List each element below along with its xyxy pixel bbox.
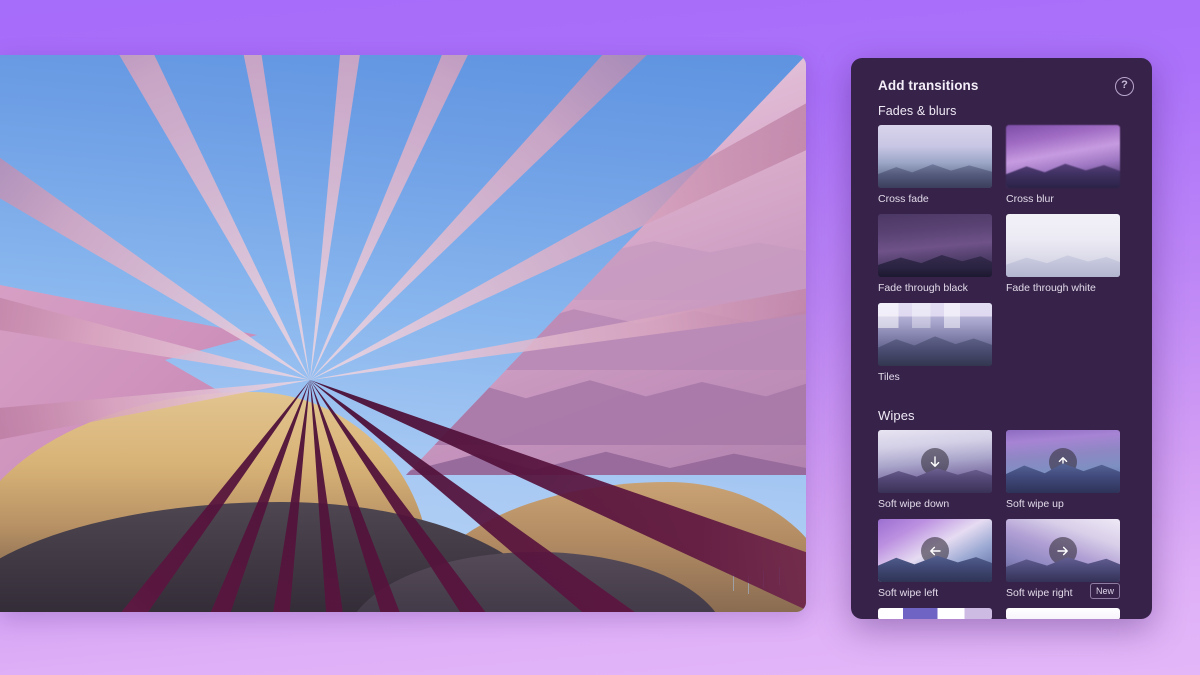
transition-label: Fade through black bbox=[878, 282, 968, 294]
transition-label: Tiles bbox=[878, 371, 900, 383]
transition-label-row: Cross fade bbox=[878, 188, 992, 206]
transition-label-row: Tiles bbox=[878, 366, 992, 384]
transition-thumbnail[interactable]: ◇ bbox=[878, 303, 992, 366]
transition-label-row: Soft wipe left bbox=[878, 582, 992, 600]
section-title-fades-blurs: Fades & blurs bbox=[878, 104, 957, 118]
transition-tile-cross-blur[interactable]: Cross blur bbox=[1006, 125, 1120, 206]
transition-thumbnail[interactable]: ◇ bbox=[878, 519, 992, 582]
transition-tile-fade-through-black[interactable]: Fade through black bbox=[878, 214, 992, 295]
transition-tile-soft-wipe-right[interactable]: Soft wipe right New bbox=[1006, 519, 1120, 600]
transition-label-row: Fade through black bbox=[878, 277, 992, 295]
transition-tile-fade-through-white[interactable]: Fade through white bbox=[1006, 214, 1120, 295]
arrow-up-icon bbox=[1049, 447, 1077, 476]
thumbnail-corner-mark: ◇ bbox=[981, 354, 988, 363]
transition-thumbnail[interactable]: ◇ bbox=[1006, 430, 1120, 493]
transition-label-row: Cross blur bbox=[1006, 188, 1120, 206]
thumbnail-corner-mark: ◇ bbox=[981, 570, 988, 579]
transition-tile-soft-wipe-down[interactable]: Soft wipe down bbox=[878, 430, 992, 511]
transition-grid-wipes: Soft wipe down ◇ Soft wipe up ◇ Soft wip… bbox=[851, 430, 1152, 619]
transition-label: Cross fade bbox=[878, 193, 929, 205]
transition-thumbnail[interactable] bbox=[878, 214, 992, 277]
transition-tile-tiles[interactable]: ◇ Tiles bbox=[878, 303, 992, 384]
transition-label-row: Soft wipe up bbox=[1006, 493, 1120, 511]
transition-tile-soft-wipe-left[interactable]: ◇ Soft wipe left bbox=[878, 519, 992, 600]
arrow-right-icon bbox=[1049, 536, 1077, 565]
panel-header: Add transitions ? bbox=[851, 58, 1152, 96]
transition-label: Soft wipe up bbox=[1006, 498, 1064, 510]
transition-thumbnail[interactable] bbox=[1006, 125, 1120, 188]
transition-label-row: Soft wipe right New bbox=[1006, 582, 1120, 600]
transition-tile-clipped[interactable] bbox=[1006, 608, 1120, 619]
transition-tile-clipped[interactable] bbox=[878, 608, 992, 619]
transition-label: Soft wipe right bbox=[1006, 587, 1073, 599]
question-mark-circle-icon[interactable]: ? bbox=[1115, 77, 1134, 96]
arrow-down-icon bbox=[921, 447, 949, 476]
transition-label: Soft wipe down bbox=[878, 498, 950, 510]
transition-grid-fades-blurs: Cross fade Cross blur Fade through black… bbox=[851, 125, 1152, 392]
transition-thumbnail[interactable] bbox=[878, 608, 992, 619]
transition-label: Fade through white bbox=[1006, 282, 1096, 294]
light-rays bbox=[0, 55, 806, 612]
transition-thumbnail[interactable] bbox=[878, 125, 992, 188]
arrow-left-icon bbox=[921, 536, 949, 565]
new-badge: New bbox=[1089, 583, 1120, 599]
transition-thumbnail[interactable] bbox=[1006, 214, 1120, 277]
transition-tile-soft-wipe-up[interactable]: ◇ Soft wipe up bbox=[1006, 430, 1120, 511]
transition-tile-cross-fade[interactable]: Cross fade bbox=[878, 125, 992, 206]
transition-label: Soft wipe left bbox=[878, 587, 939, 599]
transition-label: Cross blur bbox=[1006, 193, 1054, 205]
preview-scene bbox=[0, 55, 806, 612]
transition-label-row: Soft wipe down bbox=[878, 493, 992, 511]
video-preview[interactable] bbox=[0, 55, 806, 612]
panel-title: Add transitions bbox=[878, 78, 979, 93]
transition-thumbnail[interactable] bbox=[1006, 608, 1120, 619]
transition-label-row: Fade through white bbox=[1006, 277, 1120, 295]
transition-thumbnail[interactable] bbox=[878, 430, 992, 493]
transition-thumbnail[interactable] bbox=[1006, 519, 1120, 582]
thumbnail-corner-mark: ◇ bbox=[1109, 481, 1116, 490]
add-transitions-panel: Add transitions ? Fades & blurs Cross fa… bbox=[851, 58, 1152, 619]
section-title-wipes: Wipes bbox=[878, 408, 915, 423]
